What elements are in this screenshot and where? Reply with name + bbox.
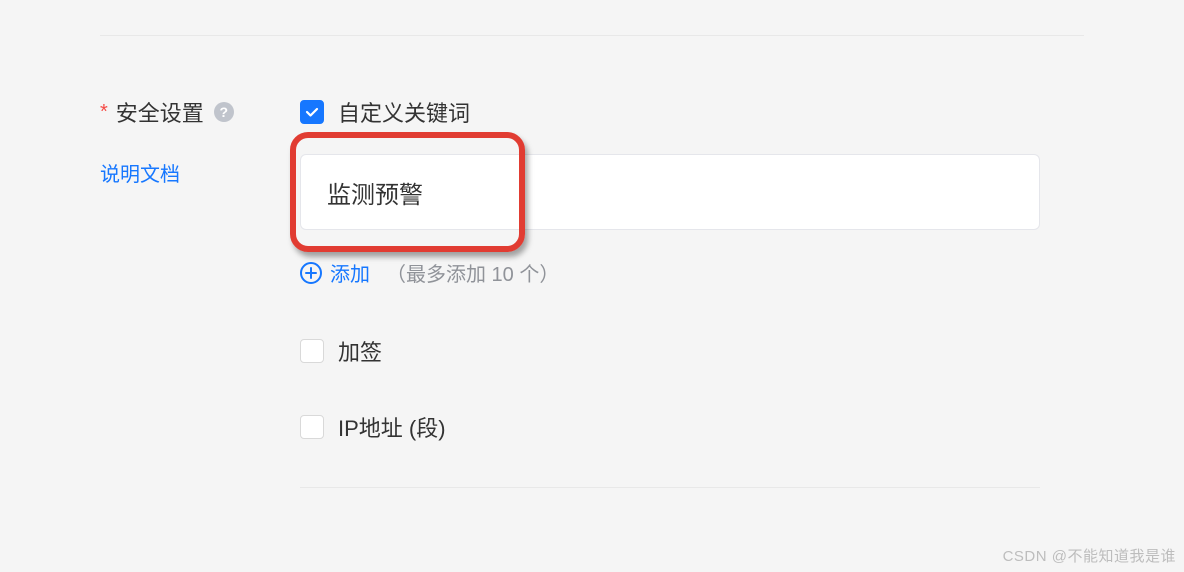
required-indicator: * (100, 101, 108, 124)
help-icon[interactable]: ? (214, 102, 234, 122)
ip-range-label: IP地址 (段) (338, 411, 446, 443)
divider-top (100, 35, 1084, 36)
documentation-link[interactable]: 说明文档 (100, 158, 180, 187)
add-keyword-button[interactable]: 添加 (330, 258, 370, 287)
security-settings-row: * 安全设置 ? 说明文档 自定义关键词 (100, 96, 1084, 488)
watermark: CSDN @不能知道我是谁 (1003, 545, 1176, 566)
divider-bottom (300, 487, 1040, 488)
sign-checkbox[interactable] (300, 339, 324, 363)
check-icon (304, 104, 320, 120)
custom-keyword-label: 自定义关键词 (338, 96, 470, 128)
keyword-input[interactable] (300, 154, 1040, 230)
add-keyword-hint: （最多添加 10 个） (386, 258, 559, 287)
ip-range-checkbox[interactable] (300, 415, 324, 439)
plus-circle-icon[interactable] (300, 262, 322, 284)
custom-keyword-checkbox[interactable] (300, 100, 324, 124)
sign-label: 加签 (338, 335, 382, 367)
section-label: 安全设置 (116, 96, 204, 128)
